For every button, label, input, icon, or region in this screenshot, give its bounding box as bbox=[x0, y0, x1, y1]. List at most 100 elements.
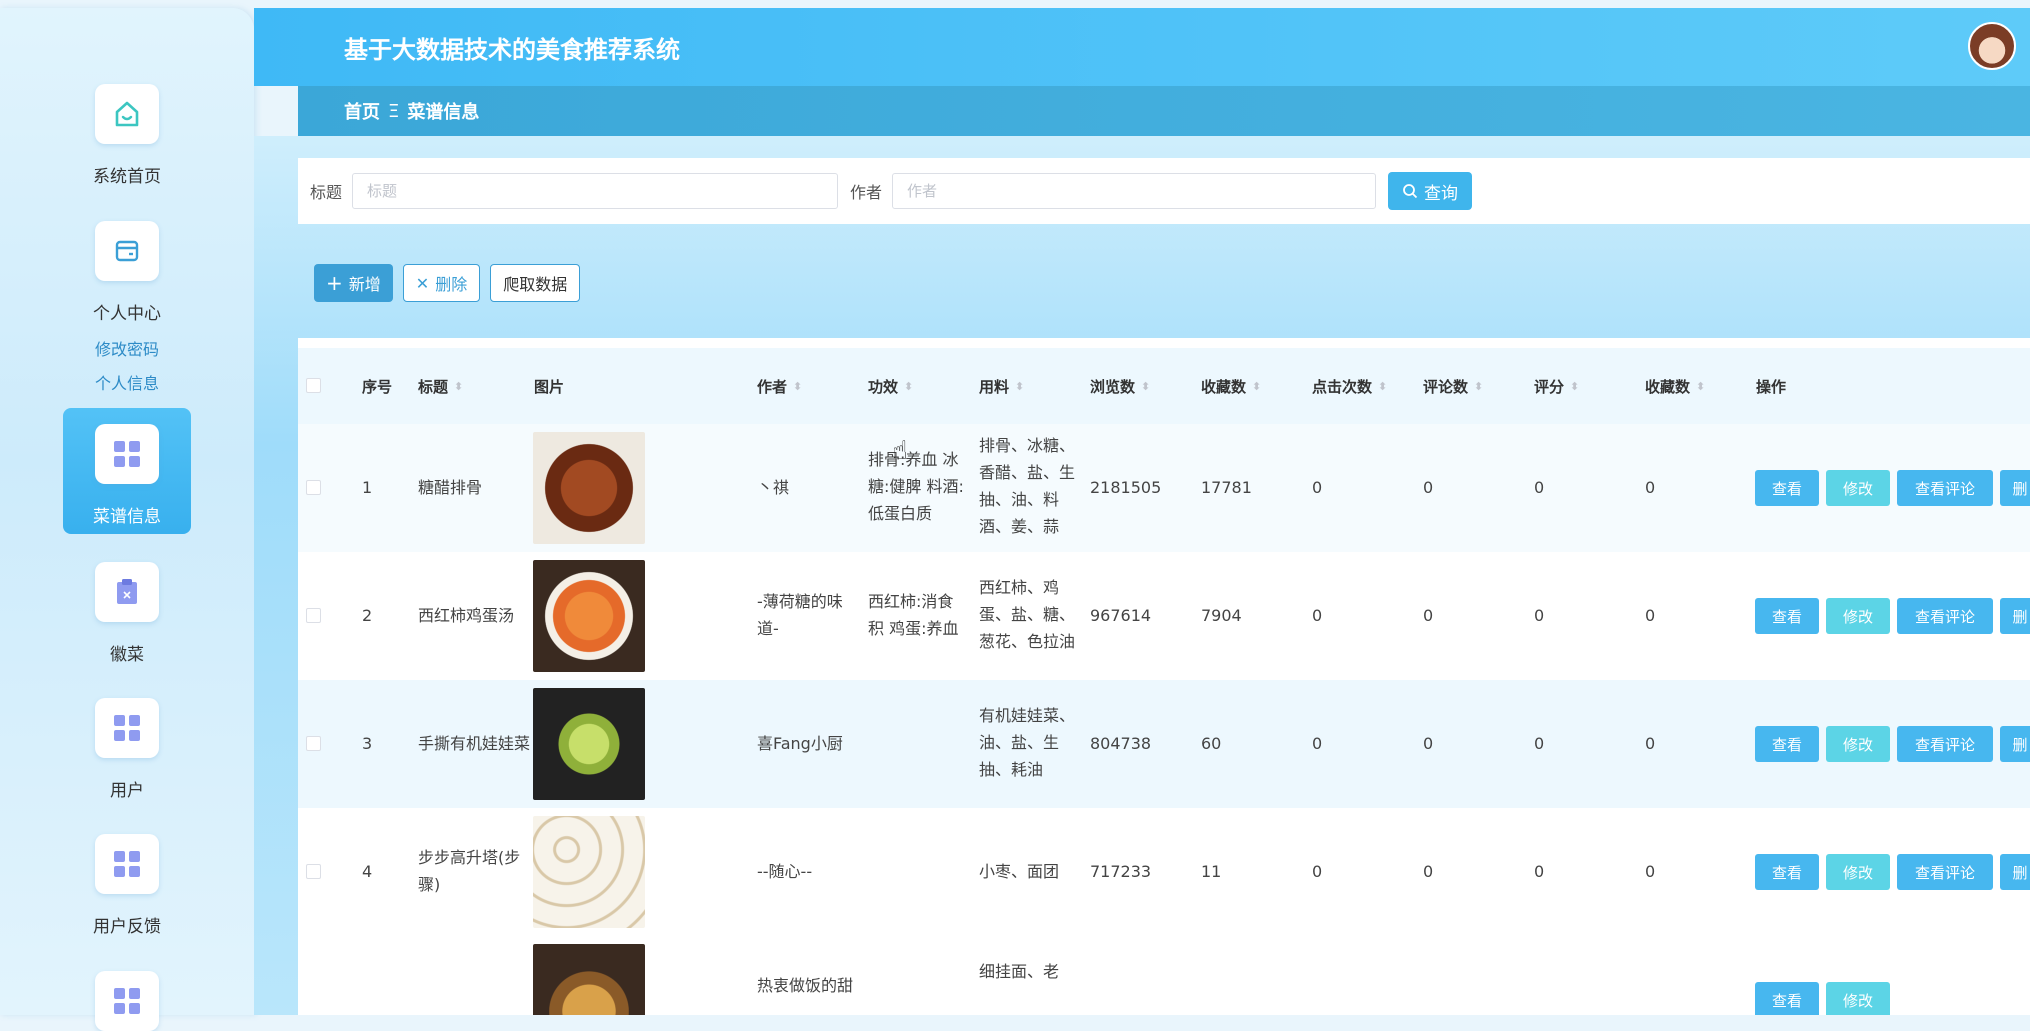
cell-clicks: 0 bbox=[1312, 478, 1323, 497]
sidebar-subitem-change-password[interactable]: 修改密码 bbox=[0, 336, 254, 360]
cell-title: 西红柿鸡蛋汤 bbox=[418, 606, 515, 625]
column-header-actions: 操作 bbox=[1756, 378, 1787, 396]
grid-icon bbox=[95, 971, 159, 1031]
sidebar-item-more[interactable] bbox=[0, 963, 254, 1031]
cell-favorites: 11 bbox=[1201, 862, 1222, 881]
search-button[interactable]: 查询 bbox=[1388, 172, 1473, 210]
column-header-favorites[interactable]: 收藏数 ⬍ bbox=[1201, 376, 1261, 397]
column-header-title[interactable]: 标题 ⬍ bbox=[418, 376, 463, 397]
cell-clicks: 0 bbox=[1312, 862, 1323, 881]
table-header: 序号 标题 ⬍ 图片 作者 ⬍ 功效 ⬍ 用料 ⬍ 浏览数 ⬍ 收藏数 ⬍ 点击次数 ⬍ 评论… bbox=[298, 348, 2030, 424]
table-row: 热衷做饭的甜 细挂面、老 查看 修改 bbox=[298, 936, 2030, 1015]
row-checkbox[interactable] bbox=[306, 608, 321, 623]
view-comments-button[interactable]: 查看评论 bbox=[1897, 726, 1993, 762]
cell-comments: 0 bbox=[1423, 478, 1434, 497]
edit-button[interactable]: 修改 bbox=[1826, 726, 1890, 762]
view-comments-button[interactable]: 查看评论 bbox=[1897, 470, 1993, 506]
row-checkbox[interactable] bbox=[306, 864, 321, 879]
close-icon: ✕ bbox=[415, 273, 430, 293]
view-button[interactable]: 查看 bbox=[1755, 982, 1819, 1015]
sidebar-item-recipes[interactable]: 菜谱信息 bbox=[0, 418, 254, 538]
delete-row-button[interactable]: 删 bbox=[2000, 470, 2030, 506]
table-row: 4 步步高升塔(步骤) --随心-- 小枣、面团 717233 11 0 0 0… bbox=[298, 808, 2030, 936]
sidebar-item-label: 徽菜 bbox=[110, 645, 144, 665]
column-header-comments[interactable]: 评论数 ⬍ bbox=[1423, 376, 1483, 397]
cell-views: 2181505 bbox=[1090, 478, 1162, 497]
sort-icon: ⬍ bbox=[1252, 380, 1262, 393]
sidebar-item-users[interactable]: 用户 bbox=[0, 690, 254, 810]
view-button[interactable]: 查看 bbox=[1755, 470, 1819, 506]
view-comments-button[interactable]: 查看评论 bbox=[1897, 598, 1993, 634]
cell-author: 丶祺 bbox=[757, 478, 790, 497]
row-checkbox[interactable] bbox=[306, 736, 321, 751]
top-header: 基于大数据技术的美食推荐系统 bbox=[254, 8, 2030, 86]
sidebar-item-label: 菜谱信息 bbox=[93, 507, 161, 527]
cell-collects: 0 bbox=[1645, 606, 1656, 625]
crawl-data-button[interactable]: 爬取数据 bbox=[490, 264, 581, 302]
search-button-label: 查询 bbox=[1424, 183, 1459, 204]
column-header-no: 序号 bbox=[362, 378, 393, 396]
sidebar-item-huicai[interactable]: 徽菜 bbox=[0, 554, 254, 674]
cell-collects: 0 bbox=[1645, 734, 1656, 753]
sidebar-subitem-personal-info[interactable]: 个人信息 bbox=[0, 370, 254, 394]
column-header-views[interactable]: 浏览数 ⬍ bbox=[1090, 376, 1150, 397]
column-header-author[interactable]: 作者 ⬍ bbox=[757, 376, 802, 397]
view-button[interactable]: 查看 bbox=[1755, 598, 1819, 634]
sidebar-item-home[interactable]: 系统首页 bbox=[0, 76, 254, 196]
cell-rating: 0 bbox=[1534, 862, 1545, 881]
cell-author: -薄荷糖的味道- bbox=[757, 592, 843, 638]
delete-row-button[interactable]: 删 bbox=[2000, 726, 2030, 762]
delete-button[interactable]: ✕ 删除 bbox=[402, 264, 481, 302]
view-button[interactable]: 查看 bbox=[1755, 854, 1819, 890]
cell-effect: 排骨:养血 冰糖:健脾 料酒:低蛋白质 bbox=[868, 450, 964, 523]
sort-icon: ⬍ bbox=[1696, 380, 1706, 393]
add-button[interactable]: + 新增 bbox=[314, 264, 393, 302]
sort-icon: ⬍ bbox=[1474, 380, 1484, 393]
author-filter-label: 作者 bbox=[850, 183, 883, 202]
grid-icon bbox=[95, 698, 159, 758]
sort-icon: ⬍ bbox=[904, 380, 914, 393]
view-button[interactable]: 查看 bbox=[1755, 726, 1819, 762]
avatar[interactable] bbox=[1968, 22, 2016, 70]
cell-no: 2 bbox=[362, 606, 373, 625]
cell-views: 804738 bbox=[1090, 734, 1152, 753]
column-header-rating[interactable]: 评分 ⬍ bbox=[1534, 376, 1579, 397]
recipe-image bbox=[533, 944, 645, 1015]
grid-icon bbox=[95, 424, 159, 484]
column-header-collects[interactable]: 收藏数 ⬍ bbox=[1645, 376, 1705, 397]
column-header-ingredients[interactable]: 用料 ⬍ bbox=[979, 376, 1024, 397]
select-all-checkbox[interactable] bbox=[306, 378, 321, 393]
sidebar-item-label: 用户 bbox=[110, 781, 144, 801]
title-filter-label: 标题 bbox=[310, 183, 343, 202]
column-header-clicks[interactable]: 点击次数 ⬍ bbox=[1312, 376, 1387, 397]
cell-comments: 0 bbox=[1423, 862, 1434, 881]
edit-button[interactable]: 修改 bbox=[1826, 854, 1890, 890]
crawl-button-label: 爬取数据 bbox=[503, 275, 568, 294]
breadcrumb-home[interactable]: 首页 bbox=[344, 98, 380, 124]
cell-ingredients: 细挂面、老 bbox=[979, 962, 1060, 981]
column-header-image: 图片 bbox=[534, 378, 565, 396]
breadcrumb-separator: Ξ bbox=[388, 100, 400, 122]
view-comments-button[interactable]: 查看评论 bbox=[1897, 854, 1993, 890]
sort-icon: ⬍ bbox=[1378, 380, 1388, 393]
table-row: 3 手撕有机娃娃菜 喜Fang小厨 有机娃娃菜、油、盐、生抽、耗油 804738… bbox=[298, 680, 2030, 808]
sidebar-item-personal-center[interactable]: 个人中心 bbox=[0, 213, 254, 333]
clipboard-icon bbox=[95, 562, 159, 622]
author-search-input[interactable] bbox=[892, 173, 1377, 209]
breadcrumb: 首页 Ξ 菜谱信息 bbox=[298, 86, 2030, 136]
title-search-input[interactable] bbox=[352, 173, 839, 209]
recipe-image bbox=[533, 688, 645, 800]
delete-row-button[interactable]: 删 bbox=[2000, 854, 2030, 890]
edit-button[interactable]: 修改 bbox=[1826, 982, 1890, 1015]
cell-title: 糖醋排骨 bbox=[418, 478, 483, 497]
edit-button[interactable]: 修改 bbox=[1826, 470, 1890, 506]
column-header-effect[interactable]: 功效 ⬍ bbox=[868, 376, 913, 397]
edit-button[interactable]: 修改 bbox=[1826, 598, 1890, 634]
sidebar-item-user-feedback[interactable]: 用户反馈 bbox=[0, 826, 254, 946]
delete-row-button[interactable]: 删 bbox=[2000, 598, 2030, 634]
cell-views: 967614 bbox=[1090, 606, 1152, 625]
add-button-label: 新增 bbox=[348, 275, 381, 294]
cell-no: 3 bbox=[362, 734, 373, 753]
row-checkbox[interactable] bbox=[306, 480, 321, 495]
cell-clicks: 0 bbox=[1312, 734, 1323, 753]
